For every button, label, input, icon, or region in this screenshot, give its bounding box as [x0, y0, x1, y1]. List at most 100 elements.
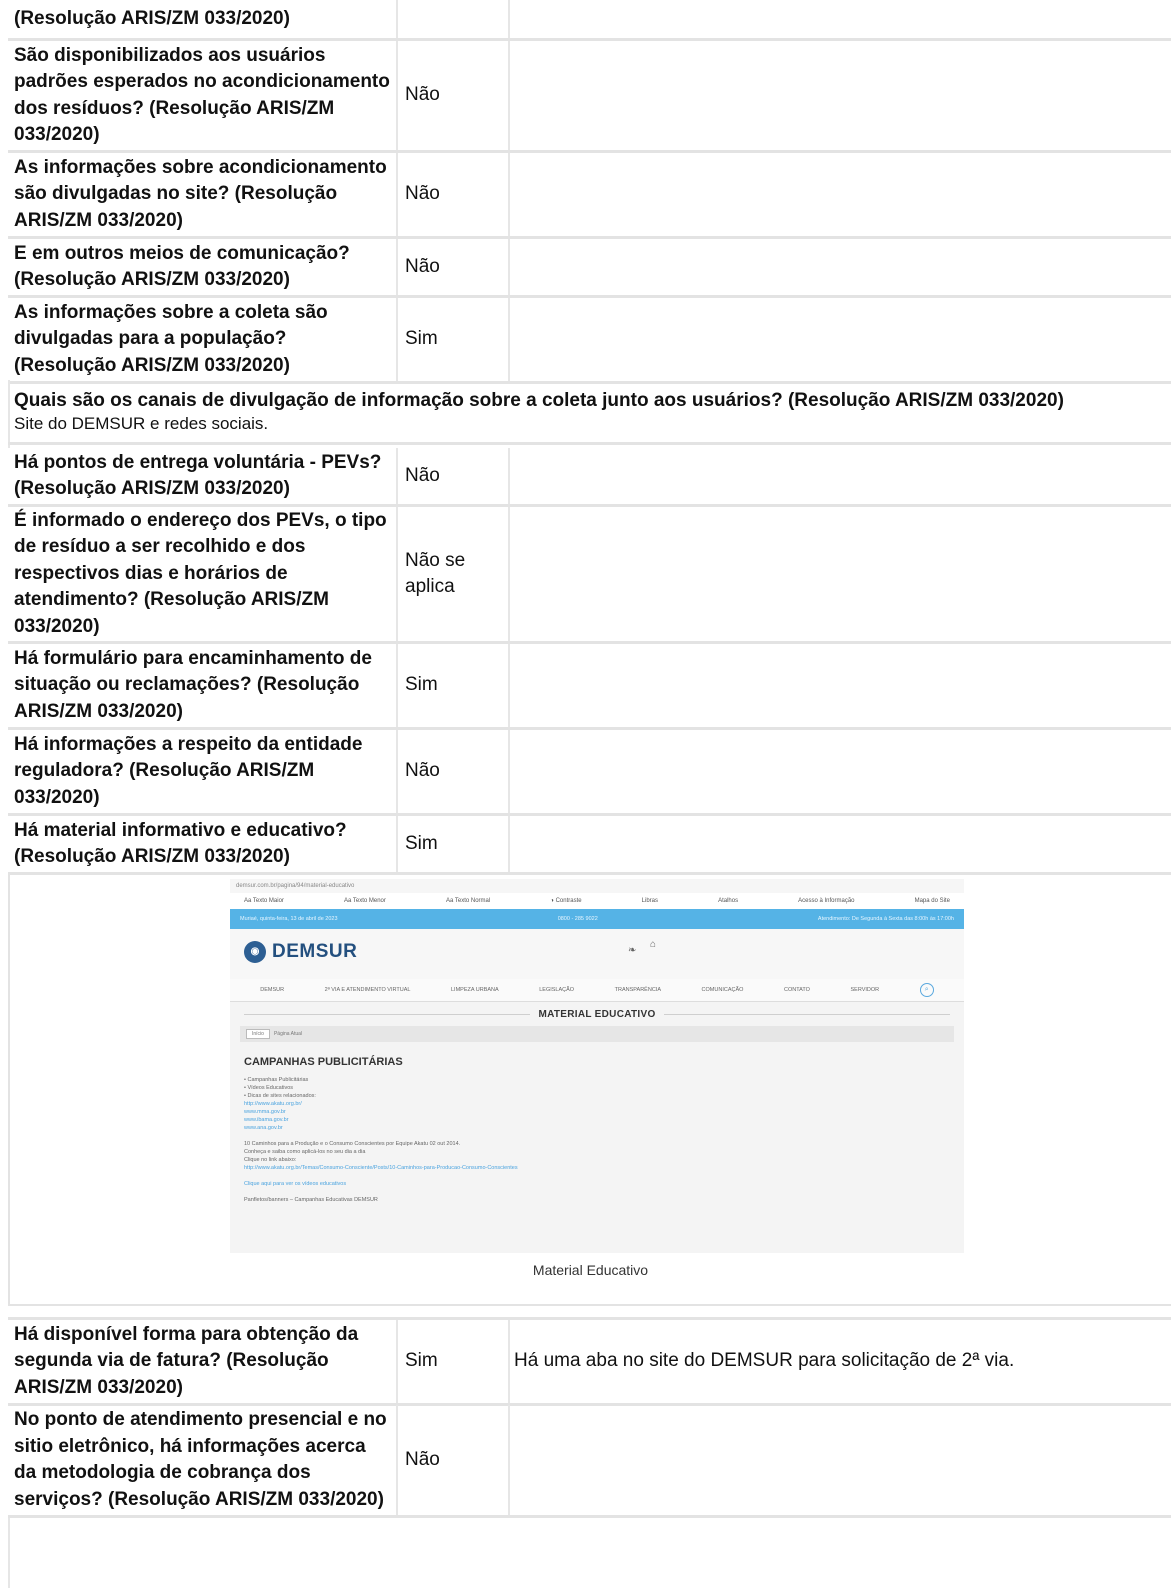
question-cell: Há informações a respeito da entidade re… — [8, 730, 398, 813]
body-text: Clique no link abaixo: — [244, 1157, 297, 1163]
question-cell: No ponto de atendimento presencial e no … — [8, 1405, 398, 1515]
answer-cell: Sim — [398, 644, 510, 727]
tool-item: Mapa do Site — [914, 898, 950, 904]
comment-cell: Há uma aba no site do DEMSUR para solici… — [514, 1350, 1015, 1372]
comment-cell — [510, 730, 1171, 813]
comment-cell — [510, 153, 1171, 236]
comment-cell — [510, 448, 1171, 504]
accessibility-toolbar: Aa Texto Maior Aa Texto Menor Aa Texto N… — [230, 893, 964, 909]
site-link: www.ibama.gov.br — [244, 1117, 289, 1123]
comment-cell — [510, 0, 1171, 38]
question-cell: E em outros meios de comunicação? (Resol… — [8, 239, 398, 295]
table-row: E em outros meios de comunicação? (Resol… — [8, 239, 1171, 298]
answer-cell: Não — [398, 1405, 510, 1515]
channels-answer: Site do DEMSUR e redes sociais. — [14, 414, 269, 433]
answer-cell: Sim — [398, 298, 510, 381]
info-bar: Muriaé, quinta-feira, 13 de abril de 202… — [230, 909, 964, 929]
question-cell: É informado o endereço dos PEVs, o tipo … — [8, 507, 398, 641]
breadcrumb-home: Início — [246, 1029, 270, 1039]
channels-question: Quais são os canais de divulgação de inf… — [14, 390, 1064, 411]
evidence-image-box: demsur.com.br/pagina/94/material-educati… — [8, 873, 1171, 1306]
tool-item: Aa Texto Maior — [244, 898, 284, 904]
question-cell: Há disponível forma para obtenção da seg… — [8, 1320, 398, 1403]
nav-item: 2ª VIA E ATENDIMENTO VIRTUAL — [324, 987, 411, 993]
building-icon: ⌂ — [650, 939, 657, 950]
site-link: http://www.akatu.org.br/ — [244, 1101, 302, 1107]
comment-cell — [510, 644, 1171, 727]
leaf-icon: ❧ — [628, 945, 637, 956]
question-cell: As informações sobre acondicionamento sã… — [8, 153, 398, 236]
site-header: ◉ DEMSUR ❧ ⌂ — [230, 929, 964, 979]
nav-item: DEMSUR — [260, 987, 285, 993]
table-row: São disponibilizados aos usuários padrõe… — [8, 41, 1171, 153]
image-caption: Material Educativo — [532, 1262, 649, 1278]
comment-cell — [510, 507, 1171, 641]
tool-item: Aa Texto Normal — [445, 898, 491, 904]
nav-item: CONTATO — [783, 987, 810, 993]
comment-cell — [510, 298, 1171, 381]
list-item: • Vídeos Educativos — [244, 1085, 294, 1091]
phone-text: 0800 - 285 9022 — [557, 916, 598, 922]
browser-url-bar: demsur.com.br/pagina/94/material-educati… — [230, 879, 964, 893]
tool-item: ◑ Contraste — [550, 898, 582, 904]
page-title-bar: MATERIAL EDUCATIVO — [230, 1002, 964, 1026]
logo-icon: ◉ — [244, 941, 266, 963]
answer-cell: Não — [398, 41, 510, 150]
site-link: www.mma.gov.br — [244, 1109, 286, 1115]
channels-row: Quais são os canais de divulgação de inf… — [8, 389, 1171, 441]
tool-item: Acesso à Informação — [798, 898, 855, 904]
tool-item: Atalhos — [718, 898, 739, 904]
table-row: Há pontos de entrega voluntária - PEVs? … — [8, 448, 1171, 507]
list-item: • Dicas de sites relacionados: — [244, 1093, 316, 1099]
answer-cell: Não — [398, 448, 510, 504]
body-text: Panfletos/banners – Campanhas Educativas… — [244, 1197, 378, 1203]
date-text: Muriaé, quinta-feira, 13 de abril de 202… — [240, 916, 338, 922]
logo-text: DEMSUR — [272, 941, 358, 962]
comment-cell — [510, 1405, 1171, 1515]
site-nav: DEMSUR 2ª VIA E ATENDIMENTO VIRTUAL LIMP… — [230, 979, 964, 1002]
table-row: Há formulário para encaminhamento de sit… — [8, 644, 1171, 730]
body-text: 10 Caminhos para a Produção e o Consumo … — [244, 1141, 461, 1147]
nav-item: COMUNICAÇÃO — [701, 987, 744, 993]
table-row: As informações sobre acondicionamento sã… — [8, 153, 1171, 239]
nav-item: LIMPEZA URBANA — [451, 987, 499, 993]
comment-cell — [510, 41, 1171, 150]
table-row: Há informações a respeito da entidade re… — [8, 730, 1171, 816]
breadcrumb-current: Página Atual — [273, 1031, 303, 1037]
tool-item: Libras — [641, 898, 658, 904]
row-divider — [8, 442, 1171, 445]
table-row: É informado o endereço dos PEVs, o tipo … — [8, 507, 1171, 644]
answer-cell: Sim — [398, 816, 510, 872]
answer-cell — [398, 0, 510, 38]
table-row: (Resolução ARIS/ZM 033/2020) — [8, 0, 1171, 41]
row-divider — [8, 1518, 10, 1588]
question-cell: Há material informativo e educativo? (Re… — [8, 816, 398, 872]
table-row: Há material informativo e educativo? (Re… — [8, 816, 1171, 875]
demsur-logo: ◉ DEMSUR — [244, 941, 357, 963]
site-link: www.ana.gov.br — [244, 1125, 283, 1131]
answer-cell: Não se aplica — [398, 507, 510, 641]
question-cell: São disponibilizados aos usuários padrõe… — [8, 41, 398, 150]
answer-cell: Sim — [398, 1320, 510, 1403]
hours-text: Atendimento: De Segunda à Sexta das 8:00… — [817, 916, 954, 922]
question-cell: Há formulário para encaminhamento de sit… — [8, 644, 398, 727]
table-row: No ponto de atendimento presencial e no … — [8, 1405, 1171, 1518]
table-row: As informações sobre a coleta são divulg… — [8, 298, 1171, 384]
videos-link: Clique aqui para ver os vídeos educativo… — [244, 1181, 347, 1187]
nav-item: TRANSPARÊNCIA — [614, 987, 661, 993]
answer-cell: Não — [398, 239, 510, 295]
body-text: Conheça e saiba como aplicá-los no seu d… — [244, 1149, 366, 1155]
comment-cell — [510, 816, 1171, 872]
title-rule — [244, 1013, 531, 1015]
answer-cell: Não — [398, 730, 510, 813]
section-heading: CAMPANHAS PUBLICITÁRIAS — [244, 1056, 403, 1068]
comment-cell — [510, 239, 1171, 295]
question-cell: As informações sobre a coleta são divulg… — [8, 298, 398, 381]
question-cell: (Resolução ARIS/ZM 033/2020) — [8, 0, 398, 38]
title-rule — [663, 1013, 951, 1015]
page-title: MATERIAL EDUCATIVO — [538, 1008, 656, 1020]
audit-document: (Resolução ARIS/ZM 033/2020) São disponi… — [0, 0, 1171, 1588]
site-link: http://www.akatu.org.br/Temas/Consumo-Co… — [244, 1165, 518, 1171]
nav-item: LEGISLAÇÃO — [539, 987, 575, 993]
list-item: • Campanhas Publicitárias — [244, 1077, 309, 1083]
